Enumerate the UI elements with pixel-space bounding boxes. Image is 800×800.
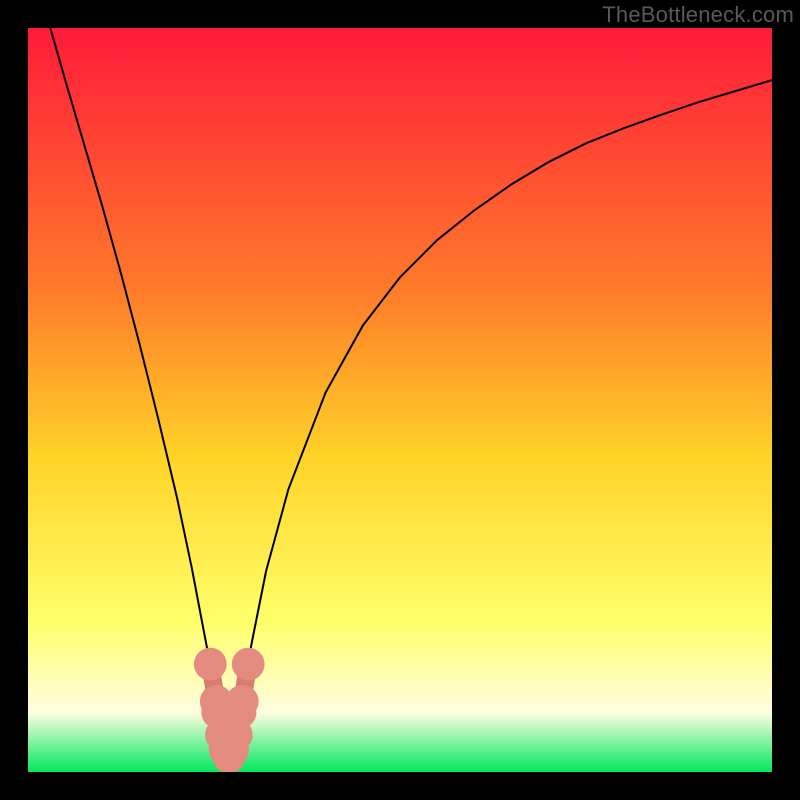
chart-svg	[28, 28, 772, 772]
background-gradient	[28, 28, 772, 772]
chart-frame: TheBottleneck.com	[0, 0, 800, 800]
valley-marker	[194, 648, 227, 681]
plot-area	[28, 28, 772, 772]
valley-marker	[226, 685, 259, 718]
watermark-text: TheBottleneck.com	[602, 2, 794, 28]
valley-marker	[232, 648, 265, 681]
